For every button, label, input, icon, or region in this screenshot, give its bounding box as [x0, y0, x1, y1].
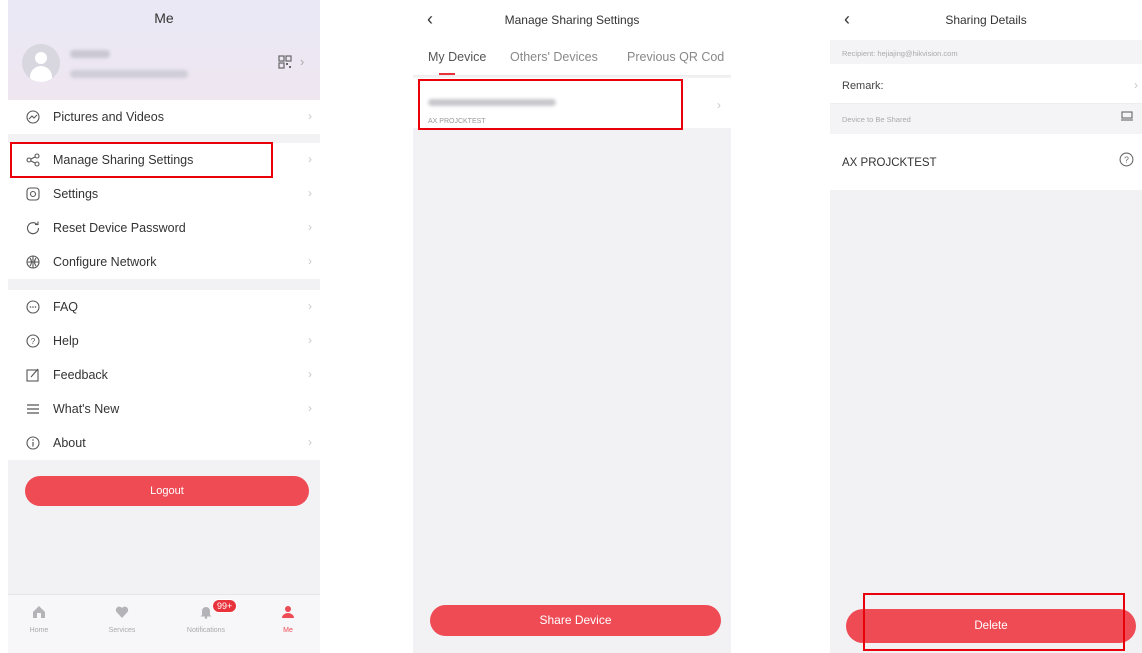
username-blurred	[70, 50, 110, 58]
faq-icon	[24, 298, 42, 316]
feedback-icon	[24, 366, 42, 384]
tab-notifications[interactable]: 99+ Notifications	[176, 599, 238, 634]
remark-label: Remark:	[842, 80, 884, 92]
account-blurred	[70, 70, 188, 78]
person-icon	[258, 603, 318, 621]
menu-item-pictures[interactable]: Pictures and Videos ›	[8, 100, 320, 134]
menu-item-configure-network[interactable]: Configure Network ›	[8, 245, 320, 279]
tab-me[interactable]: Me	[258, 603, 318, 634]
section-label: Device to Be Shared	[842, 115, 911, 124]
menu-item-help[interactable]: ? Help ›	[8, 324, 320, 358]
chevron-right-icon: ›	[308, 367, 312, 381]
tab-label: Notifications	[186, 627, 226, 634]
chevron-right-icon: ›	[308, 333, 312, 347]
svg-text:?: ?	[1124, 155, 1129, 165]
menu-item-label: What's New	[53, 402, 120, 416]
active-tab-indicator	[439, 73, 455, 75]
menu-item-label: Configure Network	[53, 255, 157, 269]
chevron-right-icon: ›	[300, 54, 305, 69]
recipient-text: Recipient: hejiajing@hikvision.com	[830, 40, 1142, 64]
menu-item-label: About	[53, 436, 86, 450]
menu-item-label: Settings	[53, 187, 99, 201]
menu-group-media: Pictures and Videos ›	[8, 100, 320, 134]
shared-device-item: AX PROJCKTEST ?	[830, 134, 1142, 190]
menu-item-settings[interactable]: Settings ›	[8, 177, 320, 211]
menu-item-label: Help	[53, 334, 79, 348]
image-icon	[24, 108, 42, 126]
menu-item-reset-password[interactable]: Reset Device Password ›	[8, 211, 320, 245]
page-title: Me	[154, 10, 174, 26]
nav-bar: ‹ Manage Sharing Settings	[413, 0, 731, 40]
notification-badge: 99+	[212, 599, 238, 613]
menu-item-label: Pictures and Videos	[53, 110, 164, 124]
chevron-right-icon: ›	[1134, 78, 1138, 92]
tab-previous-qr[interactable]: Previous QR Cod	[627, 50, 724, 64]
tab-home[interactable]: Home	[9, 603, 69, 634]
svg-text:?: ?	[31, 337, 36, 346]
device-icon[interactable]	[1120, 109, 1134, 128]
bottom-tab-bar: Home Services 99+ Notifications Me	[8, 594, 320, 653]
tab-label: Me	[283, 627, 293, 634]
device-name: AX PROJCKTEST	[842, 157, 937, 169]
menu-item-about[interactable]: About ›	[8, 426, 320, 460]
list-icon	[24, 400, 42, 418]
reset-icon	[24, 219, 42, 237]
tab-label: Services	[108, 627, 136, 634]
chevron-right-icon: ›	[308, 186, 312, 200]
sharing-tabs: My Device Others' Devices Previous QR Co…	[413, 40, 731, 76]
share-device-button[interactable]: Share Device	[430, 605, 721, 636]
chevron-right-icon: ›	[308, 299, 312, 313]
menu-item-feedback[interactable]: Feedback ›	[8, 358, 320, 392]
menu-item-label: Feedback	[53, 368, 108, 382]
highlight-box	[863, 593, 1125, 651]
tab-services[interactable]: Services	[92, 603, 152, 634]
sharing-details-screen: ‹ Sharing Details Recipient: hejiajing@h…	[830, 0, 1142, 653]
logout-button[interactable]: Logout	[25, 476, 309, 506]
menu-item-whats-new[interactable]: What's New ›	[8, 392, 320, 426]
chevron-right-icon: ›	[308, 254, 312, 268]
chevron-right-icon: ›	[717, 98, 721, 112]
tab-label: Home	[29, 627, 49, 634]
menu-item-label: Reset Device Password	[53, 221, 186, 235]
home-icon	[9, 603, 69, 621]
page-title: Manage Sharing Settings	[504, 13, 640, 27]
remark-row[interactable]: Remark: ›	[830, 64, 1142, 104]
chevron-right-icon: ›	[308, 401, 312, 415]
chevron-right-icon: ›	[308, 220, 312, 234]
me-screen: Me › Pictures and Videos › Manage Sharin…	[8, 0, 320, 653]
qr-code-icon[interactable]	[278, 55, 292, 69]
gear-icon	[24, 185, 42, 203]
chevron-right-icon: ›	[308, 152, 312, 166]
section-header: Device to Be Shared	[830, 104, 1142, 134]
help-icon: ?	[24, 332, 42, 350]
help-icon[interactable]: ?	[1119, 152, 1134, 172]
menu-item-faq[interactable]: FAQ ›	[8, 290, 320, 324]
chevron-right-icon: ›	[308, 109, 312, 123]
tab-my-device[interactable]: My Device	[428, 50, 486, 64]
nav-bar: ‹ Sharing Details	[830, 0, 1142, 40]
tab-others-devices[interactable]: Others' Devices	[510, 50, 598, 64]
menu-group-support: FAQ › ? Help › Feedback › What's New › A…	[8, 290, 320, 460]
heart-icon	[92, 603, 152, 621]
menu-item-label: FAQ	[53, 300, 79, 314]
page-title: Sharing Details	[945, 13, 1027, 27]
chevron-right-icon: ›	[308, 435, 312, 449]
profile-header: Me ›	[8, 0, 320, 100]
highlight-box	[10, 142, 273, 178]
info-icon	[24, 434, 42, 452]
network-icon	[24, 253, 42, 271]
highlight-box	[418, 79, 683, 130]
avatar[interactable]	[22, 44, 60, 82]
